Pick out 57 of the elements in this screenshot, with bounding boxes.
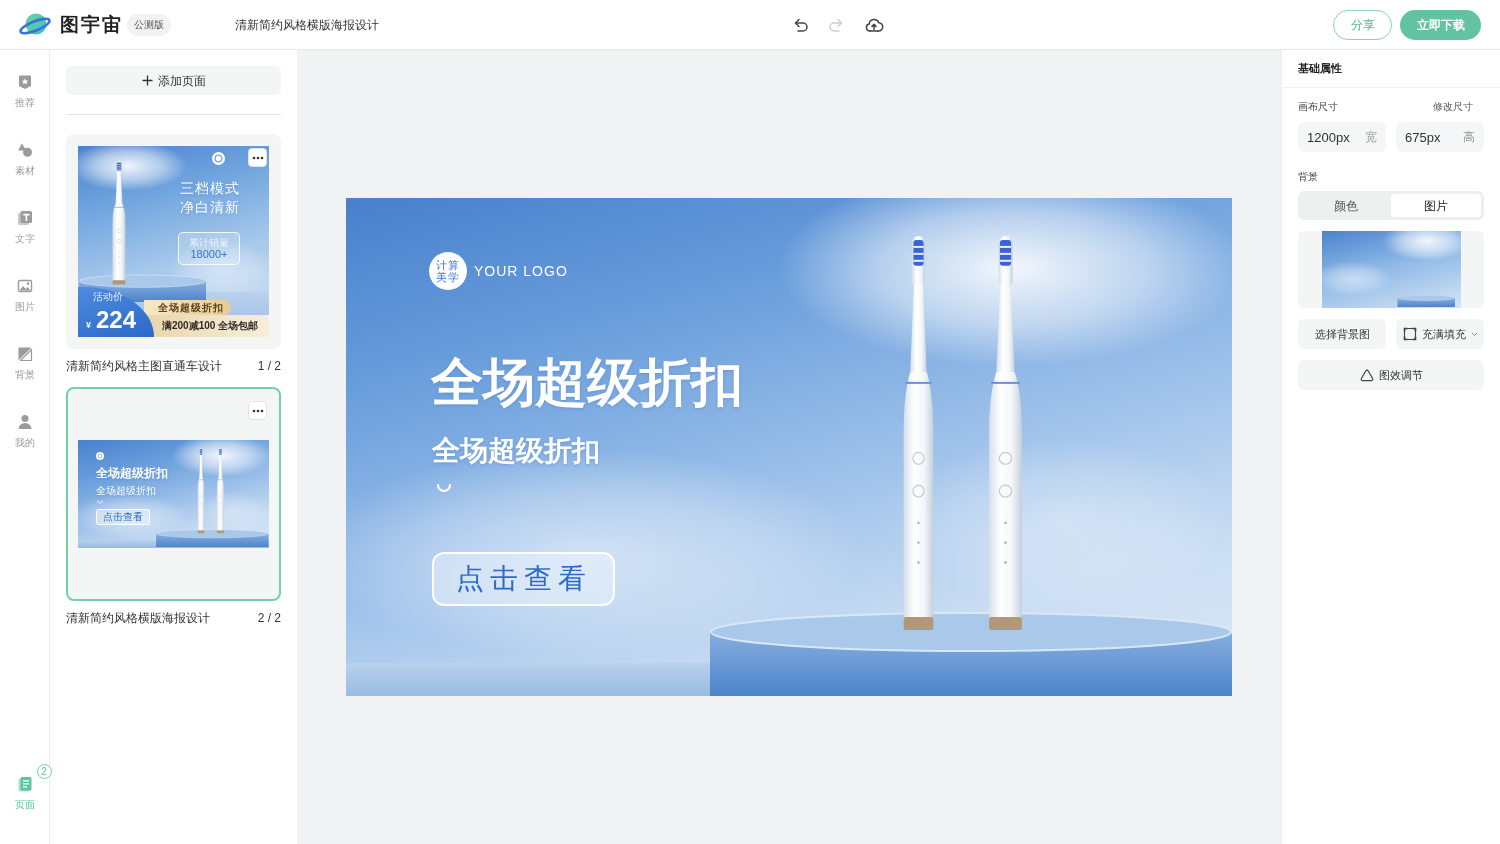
unit-label: 宽 [1365,130,1377,144]
more-button[interactable] [248,401,267,420]
badge-star-icon [16,74,33,90]
poster-subtitle: 全场超级折扣 [96,485,156,497]
currency-symbol: ¥ [86,320,91,331]
background-tab[interactable]: 图片 [1391,194,1481,217]
discount-tag: 全场超级折扣 [144,300,231,315]
poster-title: 三档模式 [180,180,240,196]
page-name: 清新简约风格主图直通车设计 [66,358,222,374]
page-number: 2 / 2 [257,610,281,626]
image-icon [16,278,33,294]
background-icon [16,346,33,362]
person-icon [16,414,33,430]
fill-mode-dropdown[interactable]: 充满填充 [1396,319,1484,349]
poster-title: 全场超级折扣 [431,353,743,411]
plus-icon [141,75,153,86]
document-icon [16,776,33,792]
logo-mark-icon [96,452,104,460]
field-label: 背景 [1298,170,1318,183]
cta-graphic: 点击查看 [96,509,150,525]
logo-mark: 计算美学 [429,252,467,290]
count-badge: 2 [36,764,52,779]
sales-value: 18000+ [190,247,228,261]
panel-title: 基础属性 [1282,50,1500,88]
choose-background-button[interactable]: 选择背景图 [1298,319,1386,349]
page-card[interactable]: 全场超级折扣 全场超级折扣 点击查看 [66,387,281,601]
brand-name: 图宇宙 [60,12,123,37]
poster-title: 净白清新 [180,199,240,215]
page-name: 清新简约风格横版海报设计 [66,610,210,626]
more-icon [251,155,264,160]
poster-title: 全场超级折扣 [96,466,168,480]
add-page-button[interactable]: 添加页面 [66,66,281,95]
poster-subtitle: 全场超级折扣 [432,435,600,467]
background-tab[interactable]: 颜色 [1301,194,1391,217]
offer-banner: 满200减100 全场包邮 [148,315,269,337]
resize-link[interactable]: 修改尺寸 [1433,100,1473,113]
triangle-icon [1359,368,1374,382]
price-label: 活动价 [93,291,123,303]
page-number: 1 / 2 [257,358,281,374]
frame-icon [1402,327,1417,341]
version-tag: 公测版 [127,13,171,36]
document-title: 清新简约风格横版海报设计 [235,16,379,34]
caret-icon [1470,331,1478,337]
unit-label: 高 [1463,130,1475,144]
more-button[interactable] [248,148,267,167]
effects-button[interactable]: 图效调节 [1298,360,1484,390]
price-value: 224 [96,307,137,333]
logo-text: YOUR LOGO [474,262,568,280]
logo-mark-icon [212,152,225,165]
shapes-icon [16,142,33,158]
arc-icon [436,483,452,493]
pedestal [1396,295,1455,307]
more-icon [251,408,264,413]
text-icon [16,210,33,226]
field-label: 画布尺寸 [1298,100,1338,113]
cta-graphic: 点击查看 [432,552,615,606]
arc-icon [97,500,103,504]
